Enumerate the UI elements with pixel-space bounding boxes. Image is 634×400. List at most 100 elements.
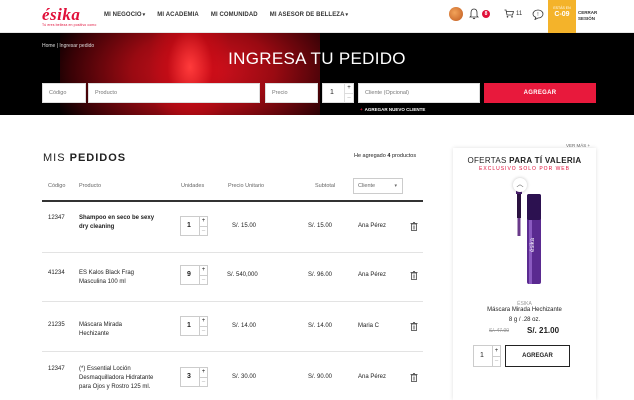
campaign-label: ESTÁS EN [553, 6, 571, 10]
decrement-button[interactable]: – [199, 276, 207, 285]
offers-title-light: OFERTAS [467, 156, 507, 165]
decrement-button[interactable]: – [344, 94, 353, 103]
row-subtotal: S/. 90.00 [308, 374, 333, 380]
top-header: ésika Tú eres belleza en positivo como M… [0, 0, 634, 33]
add-button[interactable]: AGREGAR [484, 83, 596, 103]
row-unit-price: S/. 15.00 [232, 223, 257, 229]
row-divider [42, 301, 423, 302]
row-product-line1: Shampoo en seco be sexy [79, 215, 155, 221]
row-unit-price: S/. 30.00 [232, 374, 257, 380]
row-client: Ana Pérez [358, 374, 387, 380]
decrement-button[interactable]: – [199, 327, 207, 336]
logout-label-2: SESIÓN [578, 16, 596, 21]
nav-mi-comunidad[interactable]: MI COMUNIDAD [211, 12, 258, 18]
quantity-value: 1 [330, 89, 334, 96]
trash-icon[interactable] [410, 271, 418, 280]
row-client: Ana Pérez [358, 223, 387, 229]
added-prefix: He agregado [354, 153, 386, 159]
chat-icon[interactable]: ! [532, 9, 544, 20]
cart-count: 11 [516, 10, 523, 17]
campaign-badge: ESTÁS EN C-09 [548, 0, 576, 33]
row-quantity-value: 1 [187, 222, 191, 229]
row-quantity-stepper[interactable]: 3 + – [180, 367, 208, 387]
row-subtotal: S/. 14.00 [308, 323, 333, 329]
offers-panel: OFERTAS PARA TÍ VALERIA EXCLUSIVO SOLO P… [453, 148, 596, 400]
row-product-line1: Máscara Mirada [79, 322, 123, 328]
client-input[interactable]: Cliente (Opcional) [358, 83, 480, 103]
increment-button[interactable]: + [199, 317, 207, 327]
product-old-price: S/. 47.00 [489, 328, 510, 334]
product-size: 8 g / .28 oz. [508, 317, 541, 323]
column-header-product: Producto [79, 183, 102, 189]
increment-button[interactable]: + [199, 266, 207, 276]
trash-icon[interactable] [410, 322, 418, 331]
row-code: 12347 [48, 366, 65, 372]
row-quantity-stepper[interactable]: 1 + – [180, 316, 208, 336]
user-avatar[interactable] [449, 7, 463, 21]
nav-label: MI ASESOR DE BELLEZA [269, 12, 345, 18]
increment-button[interactable]: + [344, 84, 353, 94]
orders-title-bold: PEDIDOS [69, 152, 127, 164]
nav-label: MI NEGOCIO [104, 12, 142, 18]
row-code: 41234 [48, 270, 65, 276]
trash-icon[interactable] [410, 222, 418, 231]
column-header-units: Unidades [181, 183, 205, 189]
column-header-subtotal: Subtotal [315, 183, 336, 189]
orders-title: MIS PEDIDOS [43, 152, 126, 164]
nav-mi-negocio[interactable]: MI NEGOCIO▾ [104, 12, 145, 18]
main-nav: MI NEGOCIO▾ MI ACADEMIA MI COMUNIDAD MI … [104, 12, 360, 18]
row-divider [42, 252, 423, 253]
notification-badge: 8 [482, 10, 490, 18]
row-code: 21235 [48, 322, 65, 328]
row-quantity-value: 3 [187, 373, 191, 380]
offer-add-button[interactable]: AGREGAR [505, 345, 570, 367]
decrement-button[interactable]: – [199, 378, 207, 387]
product-price: S/. 21.00 [527, 326, 560, 335]
row-subtotal: S/. 15.00 [308, 223, 333, 229]
nav-mi-academia[interactable]: MI ACADEMIA [157, 12, 199, 18]
cart-button[interactable]: 11 [504, 9, 522, 18]
logo-tagline: Tú eres belleza en positivo como [42, 23, 97, 27]
added-summary: He agregado 4 productos [354, 153, 416, 159]
column-header-unit-price: Precio Unitario [228, 183, 265, 189]
campaign-code: C-09 [554, 11, 570, 18]
row-quantity-stepper[interactable]: 1 + – [180, 216, 208, 236]
product-input[interactable]: Producto [88, 83, 260, 103]
quantity-stepper[interactable]: 1 + – [322, 83, 354, 103]
chevron-up-icon[interactable]: ︿ [513, 178, 527, 192]
client-filter-select[interactable]: Cliente ▾ [353, 178, 403, 194]
row-unit-price: S/. 14.00 [232, 323, 257, 329]
increment-button[interactable]: + [199, 368, 207, 378]
code-input[interactable]: Código [42, 83, 86, 103]
plus-icon: + [360, 107, 363, 112]
esika-logo[interactable]: ésika Tú eres belleza en positivo como [42, 5, 96, 27]
nav-label: MI COMUNIDAD [210, 12, 258, 18]
row-subtotal: S/. 96.00 [308, 272, 333, 278]
row-client: Ana Pérez [358, 272, 387, 278]
row-quantity-stepper[interactable]: 9 + – [180, 265, 208, 285]
offer-quantity-stepper[interactable]: 1 + – [473, 345, 501, 367]
nav-mi-asesor[interactable]: MI ASESOR DE BELLEZA▾ [270, 12, 348, 18]
offers-subtitle: EXCLUSIVO SOLO POR WEB [479, 166, 570, 172]
hero-banner: Home | Ingresar pedido INGRESA TU PEDIDO… [0, 33, 634, 115]
logout-button[interactable]: CERRAR SESIÓN [578, 10, 597, 22]
row-divider [42, 351, 423, 352]
decrement-button[interactable]: – [199, 227, 207, 236]
decrement-button[interactable]: – [492, 357, 500, 367]
row-product-line1: (*) Essential Loción [79, 366, 131, 372]
increment-button[interactable]: + [199, 217, 207, 227]
logo-wordmark: ésika [42, 5, 81, 24]
increment-button[interactable]: + [492, 346, 500, 357]
caret-down-icon: ▾ [394, 183, 397, 189]
price-input[interactable]: Precio [265, 83, 318, 103]
product-image[interactable]: ésika [473, 184, 575, 290]
trash-icon[interactable] [410, 373, 418, 382]
caret-down-icon: ▾ [345, 12, 349, 18]
table-header-divider [42, 200, 423, 202]
offer-quantity-value: 1 [480, 352, 484, 359]
row-quantity-value: 1 [187, 322, 191, 329]
row-quantity-value: 9 [187, 271, 191, 278]
add-new-client-link[interactable]: + AGREGAR NUEVO CLIENTE [360, 107, 425, 112]
bell-icon[interactable] [469, 8, 479, 20]
row-product-line2: Masculina 100 ml [79, 279, 126, 285]
